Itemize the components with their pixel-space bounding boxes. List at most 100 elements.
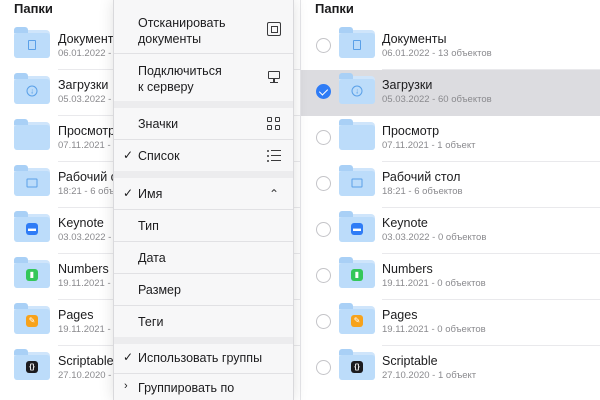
folder-name: Загрузки <box>382 78 433 92</box>
download-icon: ↓ <box>351 85 363 97</box>
selection-radio[interactable] <box>316 38 331 53</box>
folder-meta: 18:21 - 6 объектов <box>382 186 463 197</box>
pages-app-icon: ✎ <box>26 315 38 328</box>
folder-icon: ↓ <box>339 73 375 104</box>
folder-name: Просмотр <box>382 124 440 138</box>
menu-label: Имя <box>138 187 163 201</box>
selection-radio-checked[interactable] <box>316 84 331 99</box>
menu-connect-server[interactable]: Подключиться к серверу <box>114 61 293 97</box>
folder-icon: {} <box>14 349 50 380</box>
menu-label: Группировать по <box>138 381 235 395</box>
chevron-right-icon: › <box>124 380 128 392</box>
folder-icon: {} <box>339 349 375 380</box>
scriptable-app-icon: {} <box>351 361 363 374</box>
right-folder-preview[interactable]: Просмотр 07.11.2021 - 1 объект <box>301 116 600 162</box>
menu-sort-tags[interactable]: Теги <box>114 306 293 337</box>
menu-scan-documents[interactable]: Отсканировать документы <box>114 13 293 49</box>
folder-name: Просмотр <box>58 124 116 138</box>
menu-label: Теги <box>138 315 164 329</box>
scriptable-app-icon: {} <box>26 361 38 374</box>
folder-name: Рабочий с <box>58 170 117 184</box>
menu-section-gap <box>114 337 293 344</box>
menu-section-gap <box>114 101 293 108</box>
folder-icon: ▬ <box>14 211 50 242</box>
right-folder-keynote[interactable]: ▬ Keynote 03.03.2022 - 0 объектов <box>301 208 600 254</box>
folder-icon <box>14 27 50 58</box>
folder-icon <box>14 165 50 196</box>
folder-icon <box>339 27 375 58</box>
folder-icon: ▮ <box>14 257 50 288</box>
folder-icon <box>339 165 375 196</box>
menu-sort-date[interactable]: Дата <box>114 242 293 273</box>
menu-sort-size[interactable]: Размер <box>114 274 293 305</box>
document-icon <box>353 40 361 51</box>
menu-label: Подключиться к серверу <box>138 64 222 94</box>
folder-name: Рабочий стол <box>382 170 461 184</box>
grid-icon <box>267 117 281 131</box>
scan-icon <box>267 22 281 36</box>
selection-radio[interactable] <box>316 360 331 375</box>
folder-meta: 19.11.2021 - 0 объектов <box>382 324 486 335</box>
right-folder-numbers[interactable]: ▮ Numbers 19.11.2021 - 0 объектов <box>301 254 600 300</box>
menu-view-list[interactable]: ✓ Список <box>114 140 293 171</box>
folder-name: Scriptable <box>58 354 114 368</box>
keynote-app-icon: ▬ <box>351 223 363 236</box>
folder-name: Scriptable <box>382 354 438 368</box>
menu-label: Дата <box>138 251 166 265</box>
folder-icon <box>339 119 375 150</box>
folder-icon: ↓ <box>14 73 50 104</box>
selection-radio[interactable] <box>316 314 331 329</box>
left-section-title: Папки <box>14 1 53 16</box>
right-folder-documents[interactable]: Документы 06.01.2022 - 13 объектов <box>301 24 600 70</box>
folder-icon: ✎ <box>14 303 50 334</box>
folder-name: Pages <box>58 308 94 322</box>
menu-label: Использовать группы <box>138 351 263 365</box>
selection-radio[interactable] <box>316 222 331 237</box>
menu-label: Отсканировать документы <box>138 16 226 46</box>
document-icon <box>28 40 36 51</box>
folder-meta: 19.11.2021 - 0 объектов <box>382 278 486 289</box>
folder-name: Pages <box>382 308 418 322</box>
folder-name: Numbers <box>382 262 433 276</box>
selection-radio[interactable] <box>316 268 331 283</box>
folder-name: Keynote <box>58 216 104 230</box>
folder-meta: 03.03.2022 - 0 объектов <box>382 232 487 243</box>
list-icon <box>267 149 281 163</box>
download-icon: ↓ <box>26 85 38 97</box>
view-options-menu: Отсканировать документы Подключиться к сер… <box>113 0 294 400</box>
folder-name: Документы <box>382 32 447 46</box>
folder-name: Загрузки <box>58 78 109 92</box>
menu-label: Значки <box>138 117 179 131</box>
checkmark-icon: ✓ <box>123 148 134 162</box>
numbers-app-icon: ▮ <box>26 269 38 282</box>
folder-meta: 05.03.2022 - 60 объектов <box>382 94 492 105</box>
folder-name: Numbers <box>58 262 109 276</box>
menu-sort-name[interactable]: ✓ Имя ⌃ <box>114 178 293 209</box>
checkmark-icon: ✓ <box>123 186 134 200</box>
menu-view-icons[interactable]: Значки <box>114 108 293 139</box>
folder-meta: 27.10.2020 - 1 объект <box>382 370 477 381</box>
menu-divider <box>114 53 293 54</box>
menu-section-gap <box>114 171 293 178</box>
selection-radio[interactable] <box>316 176 331 191</box>
folder-name: Keynote <box>382 216 428 230</box>
right-section-title: Папки <box>315 1 354 16</box>
desktop-icon <box>26 178 38 188</box>
pages-app-icon: ✎ <box>351 315 363 328</box>
menu-label: Размер <box>138 283 181 297</box>
right-folder-desktop[interactable]: Рабочий стол 18:21 - 6 объектов <box>301 162 600 208</box>
chevron-up-icon: ⌃ <box>268 187 280 201</box>
right-folder-pages[interactable]: ✎ Pages 19.11.2021 - 0 объектов <box>301 300 600 346</box>
menu-group-by[interactable]: › Группировать по <box>114 374 293 400</box>
right-folder-scriptable[interactable]: {} Scriptable 27.10.2020 - 1 объект <box>301 346 600 392</box>
menu-label: Список <box>138 149 180 163</box>
folder-icon: ▬ <box>339 211 375 242</box>
right-folder-downloads[interactable]: ↓ Загрузки 05.03.2022 - 60 объектов <box>301 70 600 116</box>
selection-radio[interactable] <box>316 130 331 145</box>
folder-icon <box>14 119 50 150</box>
numbers-app-icon: ▮ <box>351 269 363 282</box>
right-file-list: Папки Документы 06.01.2022 - 13 объектов… <box>300 0 600 400</box>
menu-use-groups[interactable]: ✓ Использовать группы <box>114 344 293 375</box>
folder-icon: ✎ <box>339 303 375 334</box>
menu-sort-type[interactable]: Тип <box>114 210 293 241</box>
